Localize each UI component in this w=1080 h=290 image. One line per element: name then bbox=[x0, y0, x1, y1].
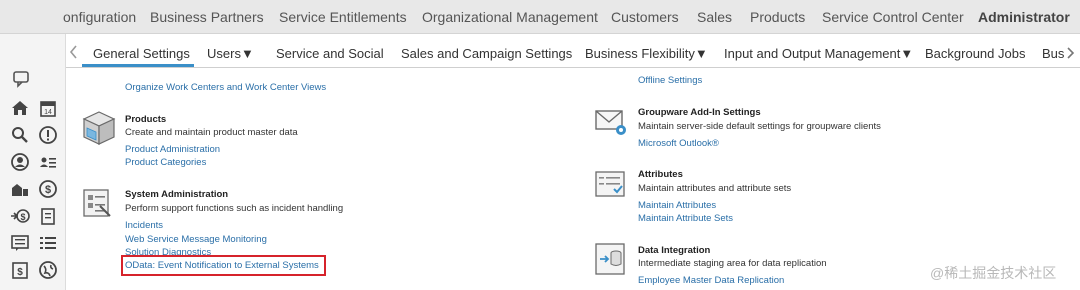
link-maintain-attributes[interactable]: Maintain Attributes bbox=[638, 200, 716, 211]
top-nav-item-products[interactable]: Products bbox=[750, 9, 805, 25]
tab-sales-and-campaign-settings[interactable]: Sales and Campaign Settings bbox=[401, 46, 572, 61]
data-integration-title: Data Integration bbox=[638, 245, 711, 256]
system-administration-title: System Administration bbox=[125, 189, 229, 200]
svg-text:$: $ bbox=[17, 267, 23, 278]
alert-icon[interactable] bbox=[38, 125, 58, 145]
top-nav-item-business-partners[interactable]: Business Partners bbox=[150, 9, 264, 25]
home-icon[interactable] bbox=[10, 98, 30, 118]
svg-text:14: 14 bbox=[44, 109, 52, 116]
sub-nav-bar: General Settings Users▼ Service and Soci… bbox=[66, 36, 1080, 68]
watermark: @稀土掘金技术社区 bbox=[930, 265, 1057, 281]
list-card-icon[interactable] bbox=[10, 233, 30, 253]
top-nav-item-administrator[interactable]: Administrator bbox=[978, 9, 1070, 25]
page: onfiguration Business Partners Service E… bbox=[0, 0, 1080, 290]
dollar-circle-icon[interactable]: $ bbox=[38, 179, 58, 199]
tab-users[interactable]: Users▼ bbox=[207, 46, 254, 61]
top-nav-item-configuration[interactable]: onfiguration bbox=[63, 9, 136, 25]
link-web-service-message-monitoring[interactable]: Web Service Message Monitoring bbox=[125, 234, 267, 245]
link-employee-master-data-replication[interactable]: Employee Master Data Replication bbox=[638, 275, 784, 286]
top-nav-bar: onfiguration Business Partners Service E… bbox=[0, 0, 1080, 34]
link-incidents[interactable]: Incidents bbox=[125, 220, 163, 231]
tab-input-and-output-management[interactable]: Input and Output Management▼ bbox=[724, 46, 913, 61]
tab-service-and-social[interactable]: Service and Social bbox=[276, 46, 384, 61]
link-product-categories[interactable]: Product Categories bbox=[125, 157, 206, 168]
system-administration-description: Perform support functions such as incide… bbox=[125, 203, 344, 214]
link-product-administration[interactable]: Product Administration bbox=[125, 144, 220, 155]
top-nav-item-customers[interactable]: Customers bbox=[611, 9, 679, 25]
user-circle-icon[interactable] bbox=[10, 152, 30, 172]
link-maintain-attribute-sets[interactable]: Maintain Attribute Sets bbox=[638, 213, 733, 224]
active-tab-underline bbox=[82, 64, 194, 67]
tab-bus[interactable]: Bus bbox=[1042, 46, 1064, 61]
groupware-description: Maintain server-side default settings fo… bbox=[638, 121, 881, 132]
top-nav-item-organizational-management[interactable]: Organizational Management bbox=[422, 9, 598, 25]
scroll-left-icon[interactable] bbox=[68, 44, 80, 60]
chat-icon[interactable] bbox=[11, 68, 31, 88]
table-list-icon[interactable] bbox=[38, 233, 58, 253]
search-icon[interactable] bbox=[10, 125, 30, 145]
top-nav-item-sales[interactable]: Sales bbox=[697, 9, 732, 25]
top-nav-item-service-entitlements[interactable]: Service Entitlements bbox=[279, 9, 407, 25]
groupware-mail-icon bbox=[594, 108, 628, 143]
tab-background-jobs[interactable]: Background Jobs bbox=[925, 46, 1025, 61]
highlight-box bbox=[121, 255, 326, 276]
data-integration-description: Intermediate staging area for data repli… bbox=[638, 258, 827, 269]
attributes-description: Maintain attributes and attribute sets bbox=[638, 183, 792, 194]
attributes-title: Attributes bbox=[638, 169, 683, 180]
top-nav-item-service-control-center[interactable]: Service Control Center bbox=[822, 9, 964, 25]
link-offline-settings[interactable]: Offline Settings bbox=[638, 75, 702, 86]
system-administration-icon bbox=[82, 188, 112, 223]
payment-icon[interactable]: $ bbox=[10, 206, 30, 226]
invoice-icon[interactable]: $ bbox=[10, 260, 30, 280]
tab-general-settings[interactable]: General Settings bbox=[93, 46, 190, 61]
link-microsoft-outlook[interactable]: Microsoft Outlook® bbox=[638, 138, 719, 149]
globe-icon[interactable] bbox=[38, 260, 58, 280]
products-title: Products bbox=[125, 114, 167, 125]
tab-business-flexibility[interactable]: Business Flexibility▼ bbox=[585, 46, 708, 61]
svg-text:$: $ bbox=[20, 212, 25, 222]
contacts-list-icon[interactable] bbox=[38, 152, 58, 172]
document-icon[interactable] bbox=[38, 206, 58, 226]
products-description: Create and maintain product master data bbox=[125, 127, 298, 138]
calendar-icon[interactable]: 14 bbox=[38, 98, 58, 118]
attributes-icon bbox=[594, 170, 628, 205]
left-rail: 14 $ $ $ bbox=[0, 34, 66, 290]
svg-text:$: $ bbox=[45, 184, 51, 196]
data-integration-icon bbox=[594, 242, 628, 281]
groupware-title: Groupware Add-In Settings bbox=[638, 107, 761, 118]
organization-icon[interactable] bbox=[10, 179, 30, 199]
link-organize-work-centers[interactable]: Organize Work Centers and Work Center Vi… bbox=[125, 82, 326, 93]
scroll-right-icon[interactable] bbox=[1064, 46, 1076, 60]
product-box-icon bbox=[82, 110, 116, 151]
